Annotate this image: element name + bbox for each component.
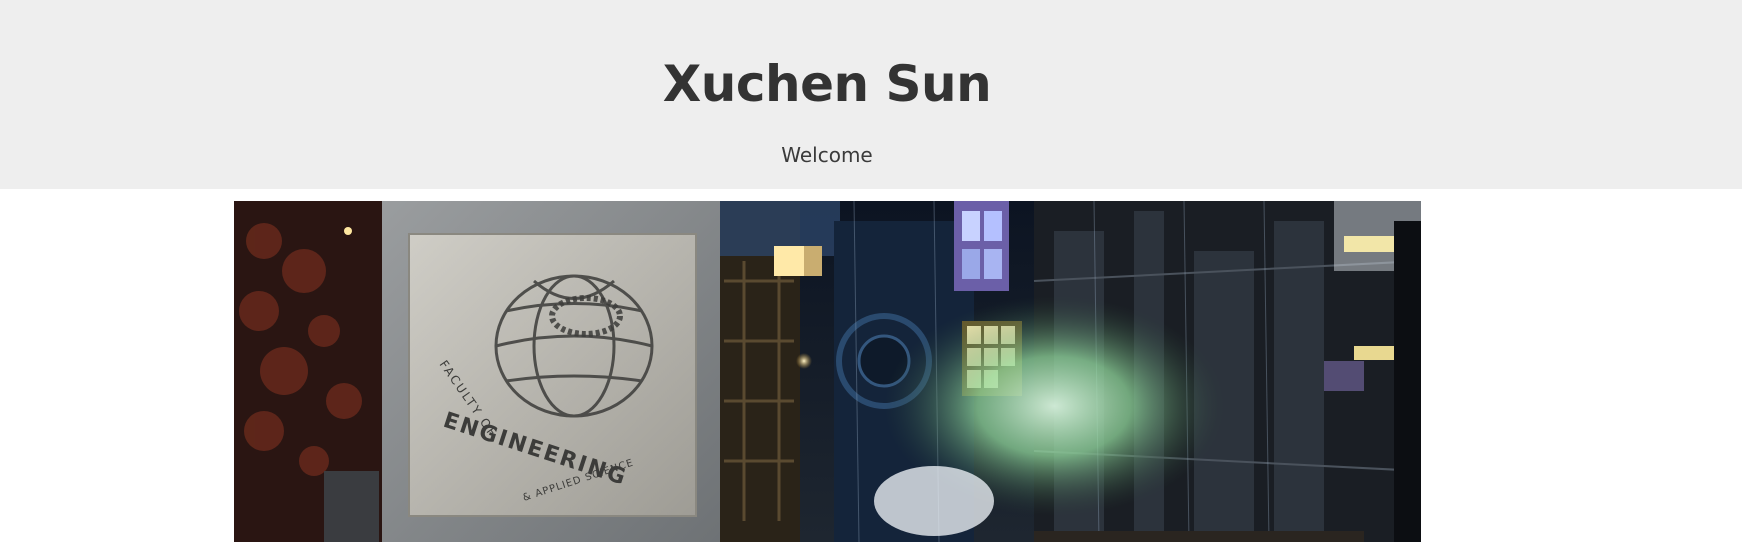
hero-banner-image: FACULTY OF ENGINEERING & APPLIED SCIENCE — [234, 201, 1421, 542]
site-subtitle: Welcome — [781, 143, 873, 167]
site-title: Xuchen Sun — [662, 55, 992, 113]
site-header: Xuchen Sun Welcome — [0, 0, 1742, 189]
